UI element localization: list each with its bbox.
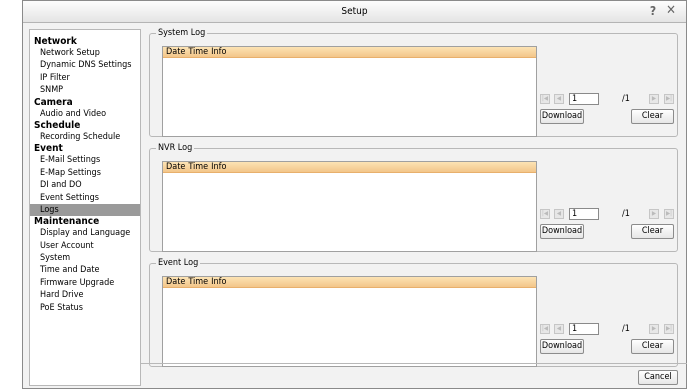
- window-title: Setup: [341, 6, 368, 17]
- column-header-date[interactable]: Date: [163, 162, 185, 172]
- clear-button[interactable]: Clear: [631, 224, 674, 239]
- prev-page-icon[interactable]: ◀: [554, 324, 564, 334]
- sidebar-nav: Network Network Setup Dynamic DNS Settings…: [30, 36, 140, 314]
- column-header-info[interactable]: Info: [208, 162, 226, 172]
- download-button[interactable]: Download: [540, 339, 584, 354]
- log-table-header: Date Time Info: [163, 277, 536, 288]
- column-header-info[interactable]: Info: [208, 277, 226, 287]
- prev-page-icon[interactable]: ◀: [554, 94, 564, 104]
- page-input[interactable]: 1: [569, 323, 599, 335]
- page-total: /1: [622, 324, 630, 334]
- sidebar-item[interactable]: E-Map Settings: [30, 167, 140, 179]
- sidebar-item[interactable]: Logs: [30, 203, 140, 217]
- sidebar-item[interactable]: Recording Schedule: [30, 131, 140, 143]
- sidebar-item[interactable]: Audio and Video: [30, 108, 140, 120]
- download-button[interactable]: Download: [540, 109, 584, 124]
- cancel-button[interactable]: Cancel: [638, 370, 678, 385]
- pager: |◀ ◀ 1 /1 ▶ ▶|: [540, 208, 675, 220]
- sidebar-item[interactable]: IP Filter: [30, 72, 140, 84]
- first-page-icon[interactable]: |◀: [540, 324, 550, 334]
- sidebar-item[interactable]: PoE Status: [30, 302, 140, 314]
- log-table[interactable]: Date Time Info: [162, 46, 537, 137]
- page-total: /1: [622, 94, 630, 104]
- last-page-icon[interactable]: ▶|: [664, 209, 674, 219]
- help-icon[interactable]: ?: [646, 4, 660, 18]
- pager: |◀ ◀ 1 /1 ▶ ▶|: [540, 93, 675, 105]
- sidebar-item[interactable]: E-Mail Settings: [30, 154, 140, 166]
- sidebar-category: Schedule: [34, 119, 81, 131]
- download-button[interactable]: Download: [540, 224, 584, 239]
- prev-page-icon[interactable]: ◀: [554, 209, 564, 219]
- sidebar: Network Network Setup Dynamic DNS Settings…: [29, 29, 141, 386]
- log-panel: Event Log Date Time Info |◀ ◀ 1 /1 ▶ ▶| …: [149, 258, 678, 367]
- log-panel: System Log Date Time Info |◀ ◀ 1 /1 ▶ ▶|…: [149, 28, 678, 137]
- log-table-header: Date Time Info: [163, 47, 536, 58]
- next-page-icon[interactable]: ▶: [649, 94, 659, 104]
- clear-button[interactable]: Clear: [631, 109, 674, 124]
- page-total: /1: [622, 209, 630, 219]
- sidebar-item[interactable]: Network Setup: [30, 47, 140, 59]
- sidebar-item[interactable]: Display and Language: [30, 227, 140, 239]
- sidebar-category: Maintenance: [34, 216, 100, 228]
- sidebar-item[interactable]: DI and DO: [30, 179, 140, 191]
- page-input[interactable]: 1: [569, 93, 599, 105]
- sidebar-category: Camera: [34, 96, 73, 108]
- sidebar-item[interactable]: SNMP: [30, 84, 140, 96]
- panel-title: NVR Log: [156, 143, 195, 153]
- column-header-time[interactable]: Time: [185, 47, 208, 57]
- last-page-icon[interactable]: ▶|: [664, 94, 674, 104]
- log-table-header: Date Time Info: [163, 162, 536, 173]
- title-bar: Setup ? ✕: [23, 1, 686, 23]
- footer-divider: [141, 363, 687, 364]
- sidebar-category: Network: [34, 36, 77, 47]
- page-input[interactable]: 1: [569, 208, 599, 220]
- sidebar-item[interactable]: Time and Date: [30, 264, 140, 276]
- next-page-icon[interactable]: ▶: [649, 209, 659, 219]
- log-panel: NVR Log Date Time Info |◀ ◀ 1 /1 ▶ ▶| Do…: [149, 143, 678, 252]
- first-page-icon[interactable]: |◀: [540, 209, 550, 219]
- sidebar-item[interactable]: Firmware Upgrade: [30, 277, 140, 289]
- next-page-icon[interactable]: ▶: [649, 324, 659, 334]
- panel-title: Event Log: [156, 258, 201, 268]
- clear-button[interactable]: Clear: [631, 339, 674, 354]
- sidebar-item[interactable]: Hard Drive: [30, 289, 140, 301]
- column-header-time[interactable]: Time: [185, 277, 208, 287]
- sidebar-item[interactable]: User Account: [30, 240, 140, 252]
- column-header-info[interactable]: Info: [208, 47, 226, 57]
- sidebar-item[interactable]: System: [30, 252, 140, 264]
- sidebar-category: Event: [34, 143, 63, 155]
- last-page-icon[interactable]: ▶|: [664, 324, 674, 334]
- sidebar-item[interactable]: Event Settings: [30, 192, 140, 204]
- log-table[interactable]: Date Time Info: [162, 161, 537, 252]
- sidebar-item[interactable]: Dynamic DNS Settings: [30, 59, 140, 71]
- close-icon[interactable]: ✕: [664, 4, 678, 18]
- panel-title: System Log: [156, 28, 208, 38]
- logs-content: System Log Date Time Info |◀ ◀ 1 /1 ▶ ▶|…: [141, 24, 686, 367]
- first-page-icon[interactable]: |◀: [540, 94, 550, 104]
- column-header-date[interactable]: Date: [163, 277, 185, 287]
- column-header-date[interactable]: Date: [163, 47, 185, 57]
- setup-window: Setup ? ✕ Network Network Setup Dynamic DN…: [22, 0, 687, 389]
- log-table[interactable]: Date Time Info: [162, 276, 537, 367]
- column-header-time[interactable]: Time: [185, 162, 208, 172]
- pager: |◀ ◀ 1 /1 ▶ ▶|: [540, 323, 675, 335]
